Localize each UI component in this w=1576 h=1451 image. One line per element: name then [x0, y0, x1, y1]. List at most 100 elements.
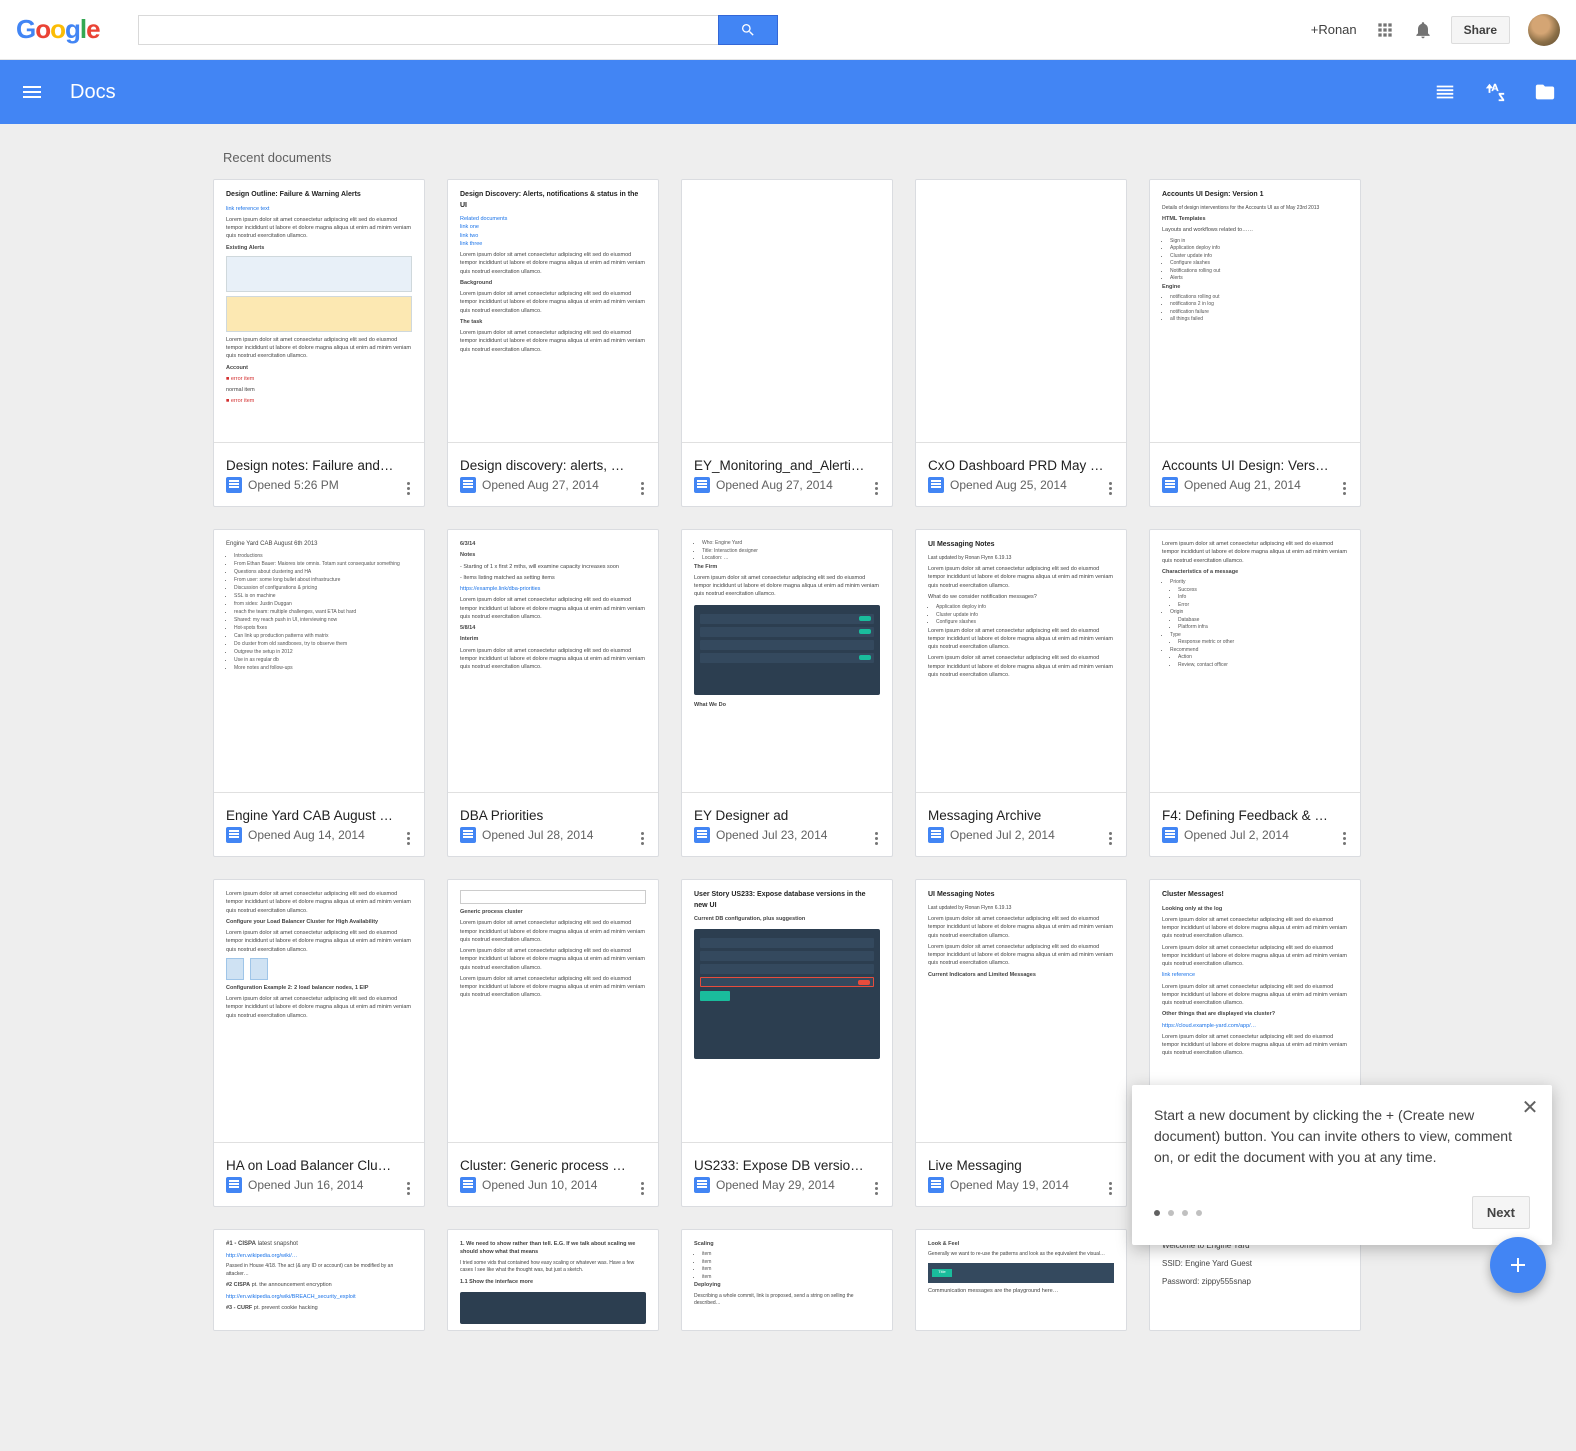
document-card[interactable]: Lorem ipsum dolor sit amet consectetur a…	[1149, 529, 1361, 857]
google-logo[interactable]: Google	[16, 15, 108, 45]
document-card[interactable]: UI Messaging NotesLast updated by Ronan …	[915, 879, 1127, 1207]
document-card-footer: EY Designer adOpened Jul 23, 2014	[682, 792, 892, 856]
document-card[interactable]: Design Outline: Failure & Warning Alerts…	[213, 179, 425, 507]
document-thumbnail: Look & FeelGenerally we want to re-use t…	[916, 1230, 1126, 1330]
promo-dot-3[interactable]	[1182, 1210, 1188, 1216]
promo-next-button[interactable]: Next	[1472, 1196, 1530, 1229]
document-thumbnail: Design Discovery: Alerts, notifications …	[448, 180, 658, 442]
document-meta: Opened Aug 27, 2014	[482, 478, 599, 492]
document-more-button[interactable]	[632, 1178, 652, 1198]
document-thumbnail: Welcome to Engine YardSSID: Engine Yard …	[1150, 1230, 1360, 1330]
document-more-button[interactable]	[1100, 478, 1120, 498]
menu-icon[interactable]	[20, 80, 44, 104]
document-meta: Opened Aug 21, 2014	[1184, 478, 1301, 492]
document-card[interactable]: Generic process clusterLorem ipsum dolor…	[447, 879, 659, 1207]
document-card-footer: Live MessagingOpened May 19, 2014	[916, 1142, 1126, 1206]
document-more-button[interactable]	[1334, 828, 1354, 848]
document-card-footer: Design notes: Failure and…Opened 5:26 PM	[214, 442, 424, 506]
document-thumbnail: Who: Engine YardTitle: Interaction desig…	[682, 530, 892, 792]
onboarding-promo: ✕ Start a new document by clicking the +…	[1132, 1085, 1552, 1245]
document-more-button[interactable]	[1100, 828, 1120, 848]
document-card-footer: F4: Defining Feedback & …Opened Jul 2, 2…	[1150, 792, 1360, 856]
document-meta: Opened Jun 10, 2014	[482, 1178, 597, 1192]
google-plus-name[interactable]: +Ronan	[1311, 22, 1357, 37]
document-card[interactable]: Accounts UI Design: Version 1Details of …	[1149, 179, 1361, 507]
document-thumbnail: Generic process clusterLorem ipsum dolor…	[448, 880, 658, 1142]
document-thumbnail: UI Messaging NotesLast updated by Ronan …	[916, 880, 1126, 1142]
promo-dot-4[interactable]	[1196, 1210, 1202, 1216]
document-more-button[interactable]	[632, 828, 652, 848]
promo-dot-2[interactable]	[1168, 1210, 1174, 1216]
search-icon	[740, 22, 756, 38]
document-more-button[interactable]	[1334, 478, 1354, 498]
document-card-footer: CxO Dashboard PRD May … Opened Aug 25, 20…	[916, 442, 1126, 506]
docs-app-bar: Docs	[0, 60, 1576, 124]
list-view-icon[interactable]	[1434, 81, 1456, 103]
document-more-button[interactable]	[866, 828, 886, 848]
document-more-button[interactable]	[1100, 1178, 1120, 1198]
document-thumbnail: 1. We need to show rather than tell. E.G…	[448, 1230, 658, 1330]
document-meta: Opened Jul 28, 2014	[482, 828, 593, 842]
document-card[interactable]: #1 - CISPA latest snapshothttp://en.wiki…	[213, 1229, 425, 1331]
docs-file-icon	[460, 827, 476, 843]
document-more-button[interactable]	[398, 1178, 418, 1198]
document-more-button[interactable]	[632, 478, 652, 498]
promo-dot-1[interactable]	[1154, 1210, 1160, 1216]
document-card[interactable]: Look & FeelGenerally we want to re-use t…	[915, 1229, 1127, 1331]
document-card-footer: DBA Priorities Opened Jul 28, 2014	[448, 792, 658, 856]
document-meta: Opened Jul 2, 2014	[950, 828, 1055, 842]
document-thumbnail: Lorem ipsum dolor sit amet consectetur a…	[214, 880, 424, 1142]
document-title: Accounts UI Design: Vers…	[1162, 458, 1348, 473]
document-meta: Opened Aug 25, 2014	[950, 478, 1067, 492]
document-card-footer: Cluster: Generic process …Opened Jun 10,…	[448, 1142, 658, 1206]
document-card[interactable]: Lorem ipsum dolor sit amet consectetur a…	[213, 879, 425, 1207]
document-card[interactable]: User Story US233: Expose database versio…	[681, 879, 893, 1207]
share-button[interactable]: Share	[1451, 16, 1510, 44]
document-more-button[interactable]	[866, 478, 886, 498]
apps-icon[interactable]	[1375, 20, 1395, 40]
document-title: Engine Yard CAB August …	[226, 808, 412, 823]
promo-text: Start a new document by clicking the + (…	[1154, 1105, 1530, 1168]
document-card[interactable]: Design Discovery: Alerts, notifications …	[447, 179, 659, 507]
promo-close-button[interactable]: ✕	[1518, 1095, 1542, 1119]
document-title: Design notes: Failure and…	[226, 458, 412, 473]
search-input[interactable]	[138, 15, 718, 45]
documents-grid: Design Outline: Failure & Warning Alerts…	[213, 179, 1363, 1207]
section-label: Recent documents	[213, 144, 1363, 179]
document-card-footer: Engine Yard CAB August …Opened Aug 14, 2…	[214, 792, 424, 856]
create-document-fab[interactable]	[1490, 1237, 1546, 1293]
docs-file-icon	[694, 1177, 710, 1193]
document-more-button[interactable]	[866, 1178, 886, 1198]
document-title: DBA Priorities	[460, 808, 646, 823]
docs-file-icon	[694, 827, 710, 843]
document-card[interactable]: Who: Engine YardTitle: Interaction desig…	[681, 529, 893, 857]
document-card[interactable]: 6/3/14Notes- Starting of 1 x first 2 mth…	[447, 529, 659, 857]
document-card-footer: Design discovery: alerts, …Opened Aug 27…	[448, 442, 658, 506]
sort-az-icon[interactable]	[1484, 81, 1506, 103]
document-card[interactable]: CxO Dashboard PRD May … Opened Aug 25, 20…	[915, 179, 1127, 507]
notifications-icon[interactable]	[1413, 20, 1433, 40]
document-thumbnail: Engine Yard CAB August 6th 2013Introduct…	[214, 530, 424, 792]
document-title: CxO Dashboard PRD May …	[928, 458, 1114, 473]
docs-file-icon	[694, 477, 710, 493]
docs-file-icon	[460, 1177, 476, 1193]
search-form	[138, 15, 778, 45]
document-card-footer: US233: Expose DB versio…Opened May 29, 2…	[682, 1142, 892, 1206]
document-thumbnail: 6/3/14Notes- Starting of 1 x first 2 mth…	[448, 530, 658, 792]
document-more-button[interactable]	[398, 828, 418, 848]
document-meta: Opened May 29, 2014	[716, 1178, 835, 1192]
folder-icon[interactable]	[1534, 81, 1556, 103]
search-button[interactable]	[718, 15, 778, 45]
document-meta: Opened Jun 16, 2014	[248, 1178, 363, 1192]
document-title: Live Messaging	[928, 1158, 1114, 1173]
docs-file-icon	[928, 827, 944, 843]
document-card[interactable]: EY_Monitoring_and_Alerti…Opened Aug 27, …	[681, 179, 893, 507]
user-avatar[interactable]	[1528, 14, 1560, 46]
document-more-button[interactable]	[398, 478, 418, 498]
document-card[interactable]: 1. We need to show rather than tell. E.G…	[447, 1229, 659, 1331]
document-card[interactable]: UI Messaging NotesLast updated by Ronan …	[915, 529, 1127, 857]
document-card[interactable]: Engine Yard CAB August 6th 2013Introduct…	[213, 529, 425, 857]
document-card[interactable]: ScalingitemitemitemitemDeployingDescribi…	[681, 1229, 893, 1331]
content-area: Recent documents Design Outline: Failure…	[213, 124, 1363, 1451]
docs-file-icon	[1162, 477, 1178, 493]
